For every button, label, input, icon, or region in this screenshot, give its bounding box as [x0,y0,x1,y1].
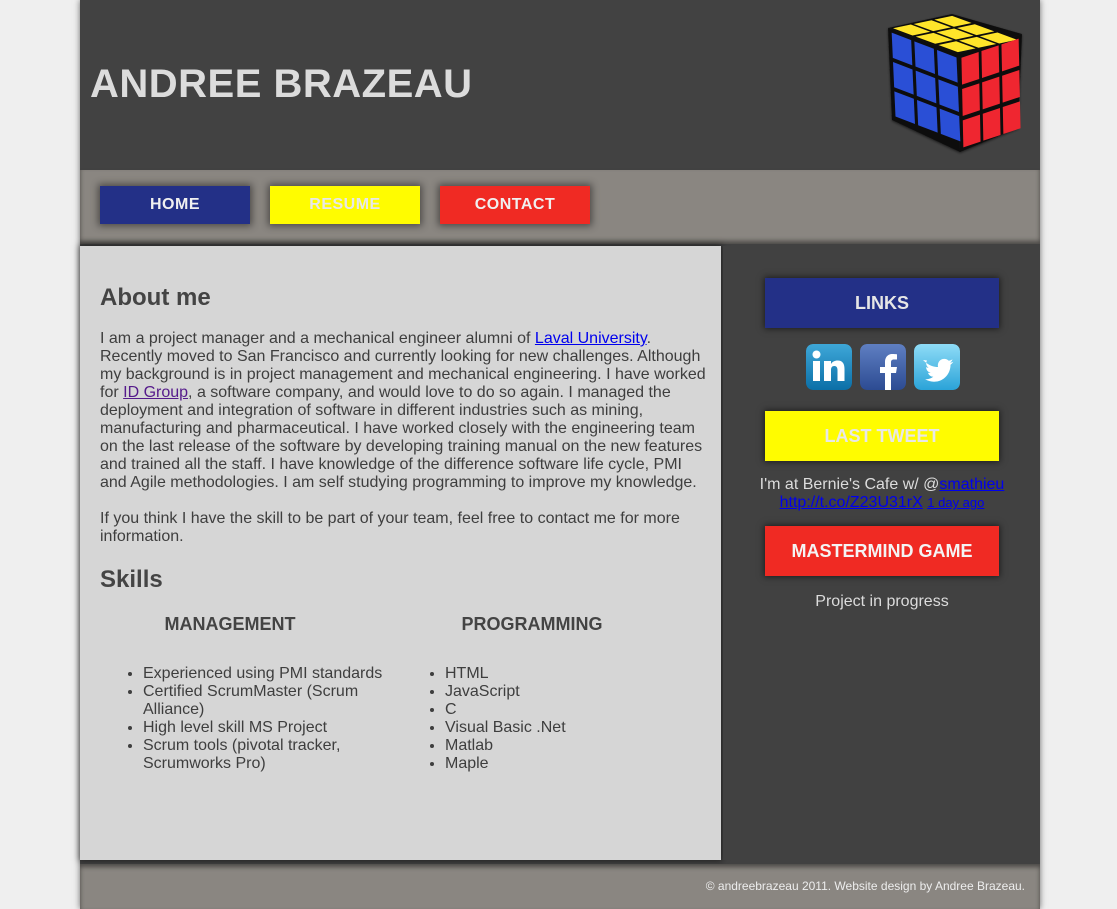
programming-skills: PROGRAMMING HTML JavaScript C Visual Bas… [404,614,704,773]
facebook-icon[interactable] [860,344,906,390]
sidebar: LINKS LAST TWEET I'm at Bernie's Cafe w/… [723,246,1040,860]
list-item: Experienced using PMI standards [143,665,383,683]
cube-sticker [962,114,981,148]
about-heading: About me [100,284,211,311]
programming-list: HTML JavaScript C Visual Basic .Net Matl… [404,665,704,773]
linkedin-icon[interactable] [806,344,852,390]
last-tweet-heading-button[interactable]: LAST TWEET [765,411,999,461]
about-rest-text: , a software company, and would love to … [100,384,703,491]
cube-sticker [982,107,1001,141]
tweet-time-link[interactable]: 1 day ago [927,495,984,510]
mastermind-status: Project in progress [815,593,949,610]
cube-sticker [981,45,1000,79]
copyright-text: © andreebrazeau 2011. Website design by … [705,879,1025,893]
mastermind-game-button[interactable]: MASTERMIND GAME [765,526,999,576]
cube-sticker [962,83,980,117]
main-navigation: HOME RESUME CONTACT [80,170,1040,244]
management-skills: MANAGEMENT Experienced using PMI standar… [102,614,402,773]
nav-home-button[interactable]: HOME [100,186,250,224]
cube-sticker [982,76,1000,110]
site-header: ANDREE BRAZEAU [80,0,1040,168]
cube-sticker [1002,69,1020,103]
nav-contact-button[interactable]: CONTACT [440,186,590,224]
nav-resume-button[interactable]: RESUME [270,186,420,224]
list-item: Visual Basic .Net [445,719,704,737]
cube-sticker [1002,101,1021,135]
list-item: Certified ScrumMaster (Scrum Alliance) [143,683,383,719]
tweet-url-link[interactable]: http://t.co/Z23U31rX [780,494,923,511]
page-container: ANDREE BRAZEAU HOME RESUME CONTACT About… [80,0,1040,909]
id-group-link[interactable]: ID Group [123,384,188,401]
cube-sticker [1001,38,1020,72]
tweet-content: I'm at Bernie's Cafe w/ @smathieu http:/… [743,476,1021,512]
twitter-icon[interactable] [914,344,960,390]
list-item: HTML [445,665,704,683]
links-heading-button[interactable]: LINKS [765,278,999,328]
skills-heading: Skills [100,566,163,593]
tweet-mention-link[interactable]: smathieu [939,476,1004,493]
tweet-text: I'm at Bernie's Cafe w/ @ [759,476,940,493]
about-intro-text: I am a project manager and a mechanical … [100,330,535,347]
rubiks-cube-icon [888,14,1022,152]
programming-title: PROGRAMMING [461,614,603,634]
list-item: Matlab [445,737,704,755]
site-footer: © andreebrazeau 2011. Website design by … [80,864,1040,909]
management-list: Experienced using PMI standards Certifie… [102,665,383,773]
list-item: Maple [445,755,704,773]
contact-paragraph: If you think I have the skill to be part… [100,510,680,545]
list-item: Scrum tools (pivotal tracker, Scrumworks… [143,737,383,773]
list-item: High level skill MS Project [143,719,383,737]
about-paragraph: I am a project manager and a mechanical … [100,330,708,492]
main-content: About me I am a project manager and a me… [80,246,721,860]
site-title: ANDREE BRAZEAU [90,62,473,106]
laval-university-link[interactable]: Laval University [535,330,647,347]
list-item: C [445,701,704,719]
cube-sticker [961,51,980,85]
list-item: JavaScript [445,683,704,701]
management-title: MANAGEMENT [164,614,296,634]
